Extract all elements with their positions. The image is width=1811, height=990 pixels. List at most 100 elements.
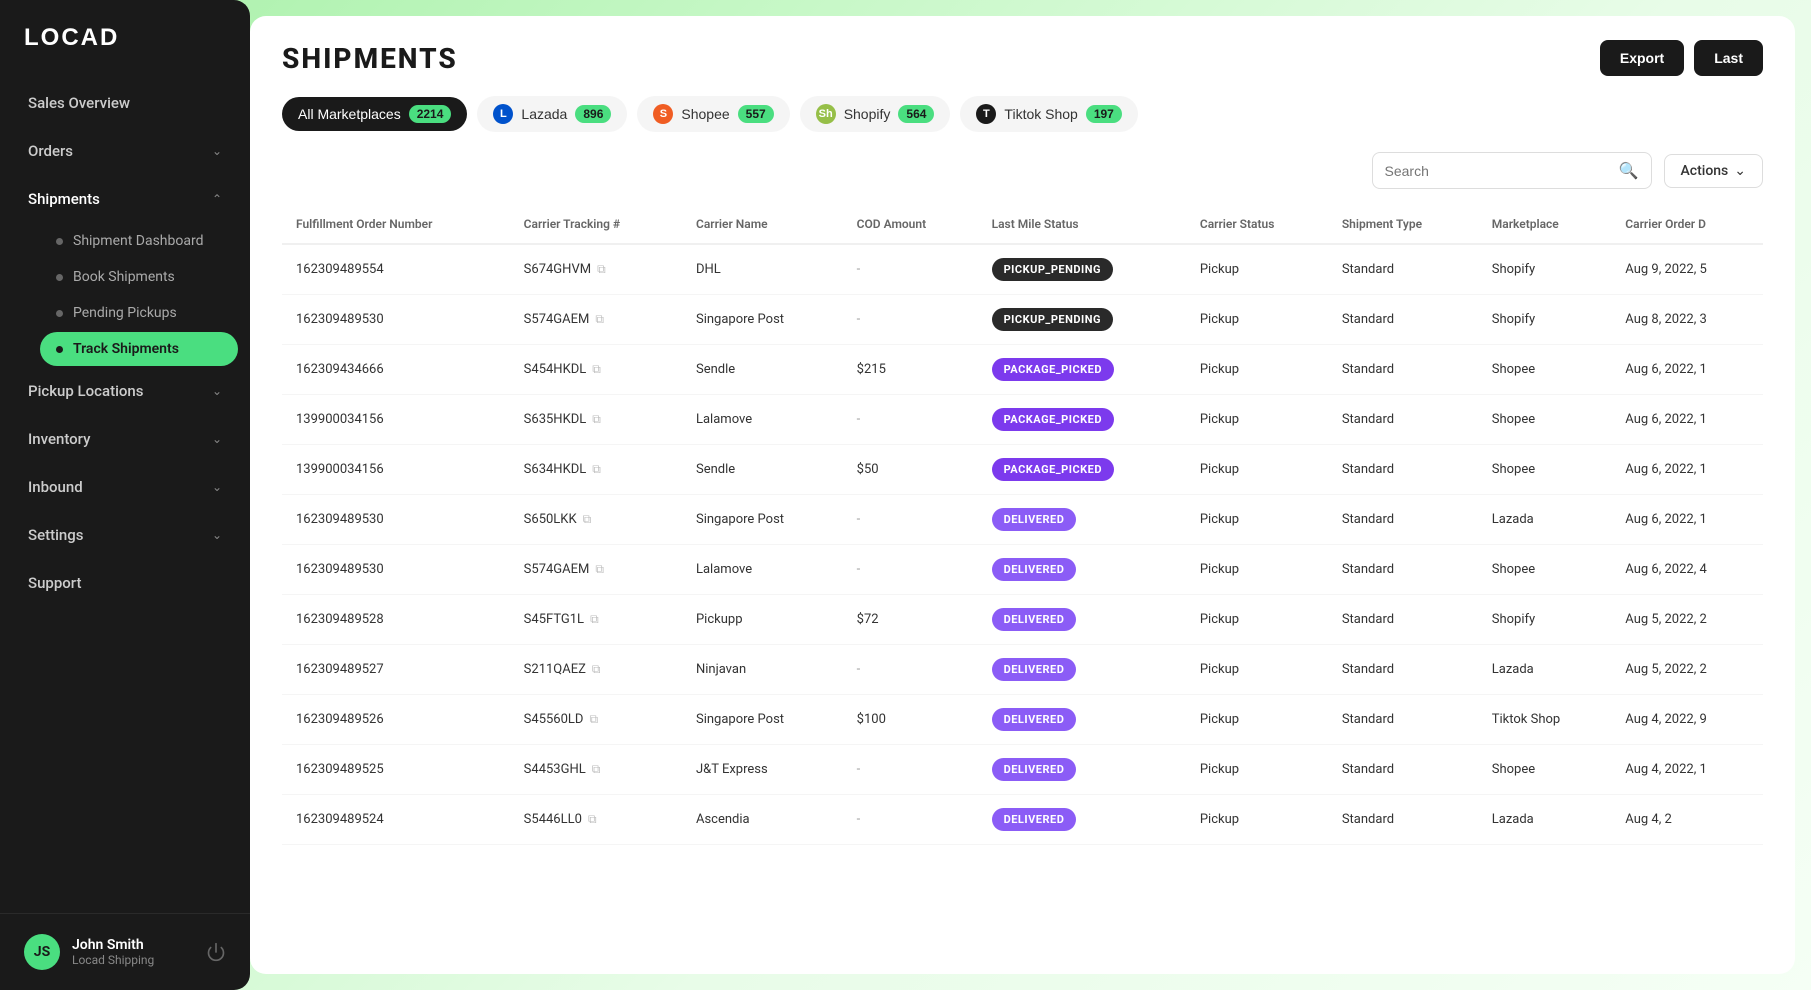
cell-carrier-status: Pickup: [1186, 495, 1328, 545]
sidebar-item-pickup-locations[interactable]: Pickup Locations ⌄: [12, 368, 238, 414]
cell-carrier-order-date: Aug 6, 2022, 4: [1611, 545, 1763, 595]
marketplace-tab-shopee[interactable]: S Shopee 557: [637, 96, 789, 132]
col-cod-amount: COD Amount: [843, 205, 978, 244]
cell-shipment-type: Standard: [1328, 795, 1478, 845]
cell-carrier-status: Pickup: [1186, 595, 1328, 645]
table-row: 162309489528 S45FTG1L ⧉ Pickupp $72 DELI…: [282, 595, 1763, 645]
search-actions-bar: 🔍 Actions ⌄: [250, 152, 1795, 189]
col-carrier-tracking: Carrier Tracking #: [510, 205, 682, 244]
col-fulfillment-order: Fulfillment Order Number: [282, 205, 510, 244]
table-row: 162309489530 S574GAEM ⧉ Lalamove - DELIV…: [282, 545, 1763, 595]
main-header: SHIPMENTS Export Last All Marketplaces 2…: [250, 16, 1795, 152]
edit-icon[interactable]: ⧉: [592, 762, 601, 777]
edit-icon[interactable]: ⧉: [590, 612, 599, 627]
sidebar-item-inventory[interactable]: Inventory ⌄: [12, 416, 238, 462]
cell-last-mile-status: DELIVERED: [978, 595, 1186, 645]
cell-marketplace: Shopify: [1478, 244, 1612, 295]
main-content: SHIPMENTS Export Last All Marketplaces 2…: [250, 16, 1795, 974]
marketplace-tab-shopify[interactable]: Sh Shopify 564: [800, 96, 951, 132]
sidebar-item-sales-overview[interactable]: Sales Overview: [12, 80, 238, 126]
tracking-number: S211QAEZ: [524, 662, 586, 677]
cell-marketplace: Shopee: [1478, 445, 1612, 495]
sidebar-item-support[interactable]: Support: [12, 560, 238, 606]
marketplace-count: 896: [575, 105, 611, 123]
sidebar-item-shipments[interactable]: Shipments ⌃: [12, 176, 238, 222]
chevron-down-icon: ⌄: [212, 480, 222, 494]
cell-carrier-tracking: S634HKDL ⧉: [510, 445, 682, 495]
status-badge: DELIVERED: [992, 508, 1077, 531]
avatar-initials: JS: [34, 944, 50, 960]
logo-text: LOCAD: [24, 24, 119, 51]
cell-carrier-status: Pickup: [1186, 345, 1328, 395]
edit-icon[interactable]: ⧉: [583, 512, 592, 527]
cell-marketplace: Shopee: [1478, 545, 1612, 595]
edit-icon[interactable]: ⧉: [592, 462, 601, 477]
sidebar-item-book-shipments[interactable]: Book Shipments: [40, 260, 238, 294]
chevron-down-icon: ⌄: [1734, 163, 1746, 179]
actions-dropdown[interactable]: Actions ⌄: [1664, 154, 1764, 188]
shopify-icon: Sh: [816, 104, 836, 124]
cell-shipment-type: Standard: [1328, 345, 1478, 395]
marketplace-tabs: All Marketplaces 2214 L Lazada 896 S Sho…: [282, 96, 1763, 132]
power-icon[interactable]: [206, 942, 226, 962]
cell-carrier-name: Lalamove: [682, 545, 843, 595]
cell-marketplace: Shopee: [1478, 745, 1612, 795]
cell-last-mile-status: DELIVERED: [978, 645, 1186, 695]
marketplace-count: 2214: [409, 105, 452, 123]
sidebar-item-pending-pickups[interactable]: Pending Pickups: [40, 296, 238, 330]
dash-value: -: [857, 312, 861, 327]
edit-icon[interactable]: ⧉: [592, 412, 601, 427]
header-actions: Export Last: [1600, 40, 1763, 76]
edit-icon[interactable]: ⧉: [592, 662, 601, 677]
cell-carrier-name: Ninjavan: [682, 645, 843, 695]
search-container[interactable]: 🔍: [1372, 152, 1652, 189]
marketplace-tab-all[interactable]: All Marketplaces 2214: [282, 97, 467, 131]
edit-icon[interactable]: ⧉: [595, 562, 604, 577]
sidebar-item-inbound[interactable]: Inbound ⌄: [12, 464, 238, 510]
cell-carrier-tracking: S635HKDL ⧉: [510, 395, 682, 445]
lazada-icon: L: [493, 104, 513, 124]
edit-icon[interactable]: ⧉: [588, 812, 597, 827]
cell-carrier-tracking: S4453GHL ⧉: [510, 745, 682, 795]
cell-shipment-type: Standard: [1328, 295, 1478, 345]
cell-fulfillment-order: 162309489527: [282, 645, 510, 695]
search-input[interactable]: [1385, 163, 1611, 179]
cell-carrier-name: Sendle: [682, 445, 843, 495]
table-row: 162309489530 S650LKK ⧉ Singapore Post - …: [282, 495, 1763, 545]
cell-cod-amount: $100: [843, 695, 978, 745]
cell-carrier-order-date: Aug 6, 2022, 1: [1611, 395, 1763, 445]
marketplace-tab-lazada[interactable]: L Lazada 896: [477, 96, 627, 132]
cell-fulfillment-order: 162309489530: [282, 495, 510, 545]
marketplace-label: Shopify: [844, 106, 891, 122]
edit-icon[interactable]: ⧉: [592, 362, 601, 377]
edit-icon[interactable]: ⧉: [595, 312, 604, 327]
last-button[interactable]: Last: [1694, 40, 1763, 76]
cell-shipment-type: Standard: [1328, 445, 1478, 495]
cell-marketplace: Lazada: [1478, 795, 1612, 845]
status-badge: DELIVERED: [992, 708, 1077, 731]
sidebar-item-shipment-dashboard[interactable]: Shipment Dashboard: [40, 224, 238, 258]
edit-icon[interactable]: ⧉: [589, 712, 598, 727]
export-button[interactable]: Export: [1600, 40, 1684, 76]
sidebar-item-track-shipments[interactable]: Track Shipments: [40, 332, 238, 366]
cell-cod-amount: -: [843, 795, 978, 845]
cell-carrier-name: Singapore Post: [682, 495, 843, 545]
cell-carrier-order-date: Aug 6, 2022, 1: [1611, 445, 1763, 495]
cell-carrier-status: Pickup: [1186, 795, 1328, 845]
marketplace-tab-tiktok[interactable]: T Tiktok Shop 197: [960, 96, 1137, 132]
cell-carrier-name: Ascendia: [682, 795, 843, 845]
edit-icon[interactable]: ⧉: [597, 262, 606, 277]
cell-fulfillment-order: 162309489530: [282, 545, 510, 595]
sidebar-item-orders[interactable]: Orders ⌄: [12, 128, 238, 174]
cell-value: $100: [857, 712, 886, 727]
cell-fulfillment-order: 139900034156: [282, 395, 510, 445]
cell-carrier-name: Sendle: [682, 345, 843, 395]
cell-carrier-name: Lalamove: [682, 395, 843, 445]
dash-value: -: [857, 662, 861, 677]
sidebar-item-settings[interactable]: Settings ⌄: [12, 512, 238, 558]
cell-last-mile-status: DELIVERED: [978, 495, 1186, 545]
dash-value: -: [857, 812, 861, 827]
table-row: 162309489525 S4453GHL ⧉ J&T Express - DE…: [282, 745, 1763, 795]
tracking-number: S45560LD: [524, 712, 584, 727]
cell-fulfillment-order: 162309434666: [282, 345, 510, 395]
